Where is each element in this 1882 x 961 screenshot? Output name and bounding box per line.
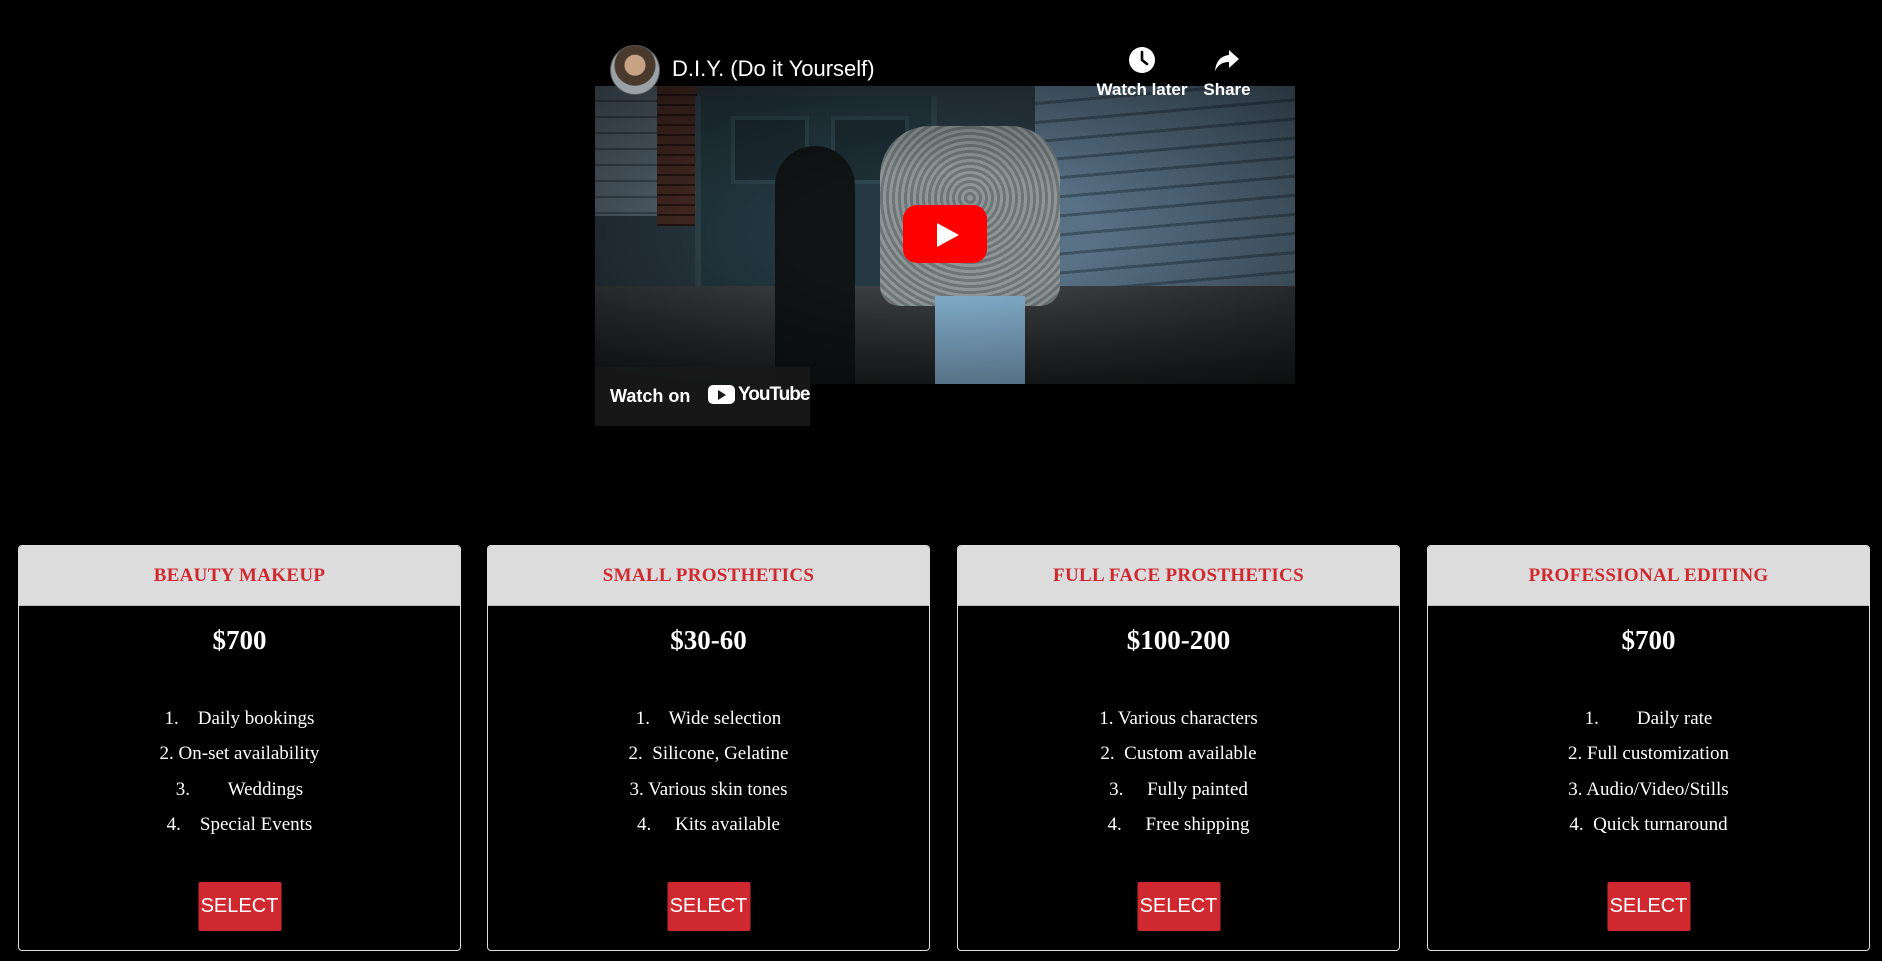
play-button[interactable] (903, 205, 987, 263)
watch-later-label: Watch later (1096, 80, 1188, 99)
clock-icon (1129, 47, 1155, 73)
watch-on-label: Watch on (610, 386, 691, 406)
feature-list: 1. Daily bookings 2. On-set availability… (19, 701, 460, 842)
watch-later-button[interactable]: Watch later (1092, 46, 1192, 100)
card-title: SMALL PROSTHETICS (488, 546, 929, 606)
feature-item: 3. Weddings (175, 778, 304, 800)
feature-list: 1. Wide selection 2. Silicone, Gelatine … (488, 701, 929, 842)
channel-avatar[interactable] (610, 45, 660, 95)
feature-item: 2. Full customization (1568, 743, 1729, 765)
feature-item: 4. Kits available (637, 813, 780, 835)
feature-item: 1. Daily bookings (164, 708, 315, 729)
select-button[interactable]: SELECT (667, 882, 750, 931)
select-button[interactable]: SELECT (198, 882, 281, 931)
card-title: BEAUTY MAKEUP (19, 546, 460, 606)
card-title: FULL FACE PROSTHETICS (958, 546, 1399, 606)
video-title[interactable]: D.I.Y. (Do it Yourself) (672, 56, 875, 82)
card-price: $100-200 (1126, 625, 1231, 655)
feature-item: 2. On-set availability (159, 743, 320, 765)
share-label: Share (1203, 80, 1251, 99)
feature-item: 3. Various skin tones (629, 778, 788, 800)
feature-item: 1. Various characters (1099, 708, 1258, 729)
feature-item: 4. Special Events (166, 813, 313, 835)
feature-item: 1. Wide selection (635, 708, 782, 729)
pricing-card-professional-editing: PROFESSIONAL EDITING $700 1. Daily rate … (1427, 545, 1870, 951)
feature-item: 4. Quick turnaround (1569, 813, 1728, 835)
card-price: $30-60 (670, 625, 747, 655)
card-price: $700 (212, 625, 267, 655)
feature-item: 2. Silicone, Gelatine (628, 743, 789, 765)
select-button[interactable]: SELECT (1137, 882, 1220, 931)
feature-list: 1. Daily rate 2. Full customization 3. A… (1428, 701, 1869, 842)
youtube-embed[interactable]: D.I.Y. (Do it Yourself) Watch later Shar… (595, 42, 1295, 426)
feature-item: 3. Fully painted (1109, 778, 1248, 800)
pricing-card-beauty-makeup: BEAUTY MAKEUP $700 1. Daily bookings 2. … (18, 545, 461, 951)
pricing-card-small-prosthetics: SMALL PROSTHETICS $30-60 1. Wide selecti… (487, 545, 930, 951)
feature-item: 2. Custom available (1100, 743, 1257, 765)
feature-item: 1. Daily rate (1584, 708, 1713, 729)
card-title: PROFESSIONAL EDITING (1428, 546, 1869, 606)
watch-on-youtube-link[interactable]: Watch on YouTube (595, 367, 810, 426)
pricing-card-full-face-prosthetics: FULL FACE PROSTHETICS $100-200 1. Variou… (957, 545, 1400, 951)
youtube-logo-icon (708, 385, 735, 404)
share-icon (1215, 50, 1239, 71)
youtube-wordmark: YouTube (738, 384, 810, 405)
select-button[interactable]: SELECT (1607, 882, 1690, 931)
card-price: $700 (1621, 625, 1676, 655)
feature-item: 4. Free shipping (1107, 813, 1250, 835)
share-button[interactable]: Share (1182, 46, 1272, 100)
feature-list: 1. Various characters 2. Custom availabl… (958, 701, 1399, 842)
feature-item: 3. Audio/Video/Stills (1568, 778, 1729, 800)
